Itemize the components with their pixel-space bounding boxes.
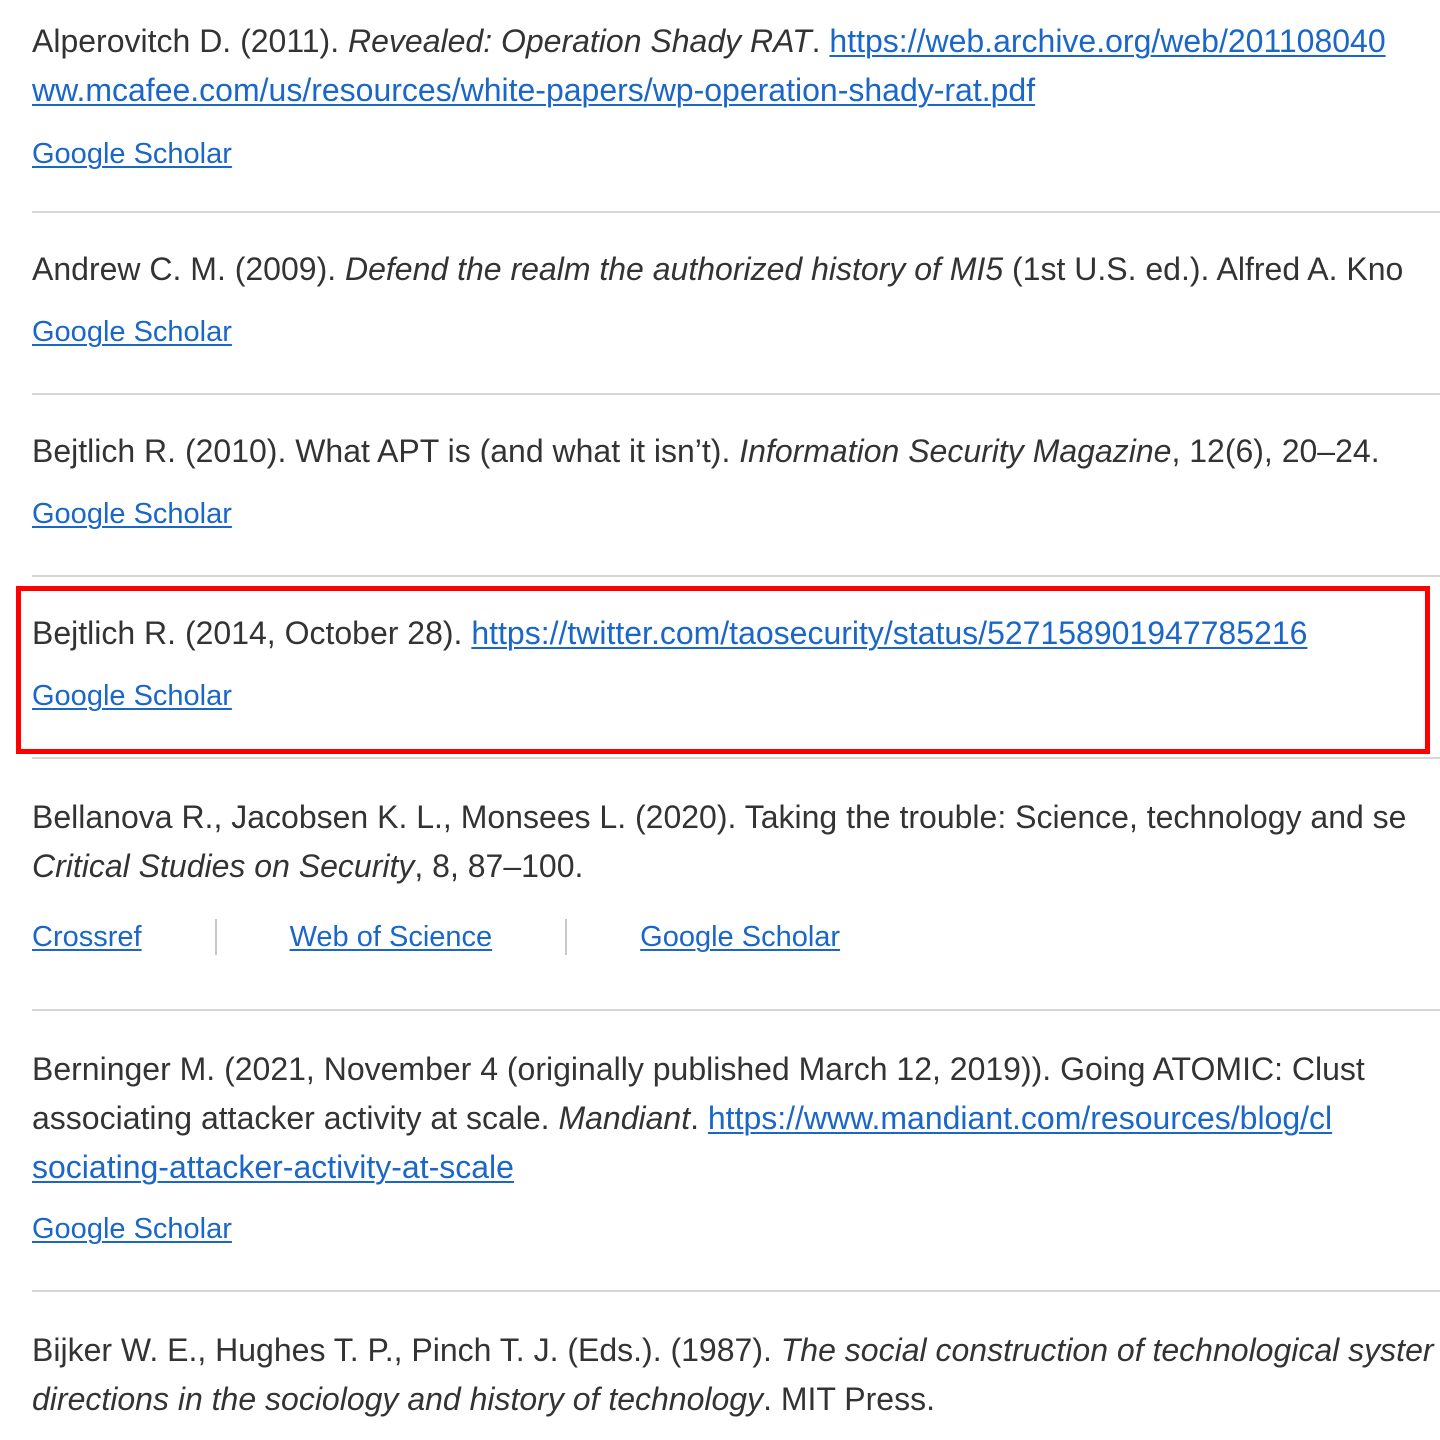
reference-links: Google Scholar [32,676,1440,716]
reference-citation: Alperovitch D. (2011). Revealed: Operati… [32,0,1440,115]
link-separator [565,919,568,955]
citation-text: , 12(6), 20–24. [1171,433,1380,469]
citation-title: The social construction of technological… [780,1332,1434,1368]
reference-citation: Bellanova R., Jacobsen K. L., Monsees L.… [32,759,1440,891]
reference-item: Andrew C. M. (2009). Defend the realm th… [32,213,1440,395]
reference-links: Google Scholar [32,312,1440,352]
reference-links: Crossref Web of Science Google Scholar [32,917,1440,957]
citation-journal: Mandiant [558,1100,691,1136]
citation-authors: Bijker W. E., Hughes T. P., Pinch T. J. … [32,1332,781,1368]
reference-item: Alperovitch D. (2011). Revealed: Operati… [32,0,1440,213]
google-scholar-link[interactable]: Google Scholar [32,312,232,352]
citation-authors: Bejtlich R. (2010). What APT is (and wha… [32,433,740,469]
google-scholar-link[interactable]: Google Scholar [32,494,232,534]
citation-authors-title: Berninger M. (2021, November 4 (original… [32,1051,1365,1087]
reference-item: Bijker W. E., Hughes T. P., Pinch T. J. … [32,1292,1440,1440]
google-scholar-link[interactable]: Google Scholar [32,676,232,716]
reference-item: Berninger M. (2021, November 4 (original… [32,1011,1440,1292]
web-of-science-link[interactable]: Web of Science [290,917,493,957]
reference-citation: Bijker W. E., Hughes T. P., Pinch T. J. … [32,1292,1440,1424]
citation-text: . [690,1100,708,1136]
reference-item: Bellanova R., Jacobsen K. L., Monsees L.… [32,759,1440,1011]
twitter-status-link[interactable]: https://twitter.com/taosecurity/status/5… [471,615,1307,651]
reference-citation: Berninger M. (2021, November 4 (original… [32,1011,1440,1192]
citation-text: (1st U.S. ed.). Alfred A. Kno [1003,251,1404,287]
citation-authors-title: Bellanova R., Jacobsen K. L., Monsees L.… [32,799,1407,835]
google-scholar-link[interactable]: Google Scholar [32,1209,232,1249]
citation-text: , 8, 87–100. [414,848,584,884]
google-scholar-link[interactable]: Google Scholar [640,917,840,957]
citation-authors: Andrew C. M. (2009). [32,251,345,287]
citation-title: Defend the realm the authorized history … [345,251,1004,287]
citation-title-continued: associating attacker activity at scale. [32,1100,559,1136]
citation-url-link[interactable]: https://web.archive.org/web/201108040 [829,23,1385,59]
reference-links: Google Scholar [32,494,1440,534]
reference-list: Alperovitch D. (2011). Revealed: Operati… [32,0,1440,1440]
citation-journal: Information Security Magazine [739,433,1172,469]
reference-links: Google Scholar [32,134,1440,174]
citation-publisher: . MIT Press. [763,1381,935,1417]
reference-citation: Bejtlich R. (2010). What APT is (and wha… [32,395,1440,476]
citation-authors: Alperovitch D. (2011). [32,23,348,59]
link-separator [214,919,217,955]
reference-citation: Andrew C. M. (2009). Defend the realm th… [32,213,1440,294]
crossref-link[interactable]: Crossref [32,917,142,957]
reference-citation: Bejtlich R. (2014, October 28). https://… [32,577,1440,658]
citation-url-link-continued[interactable]: sociating-attacker-activity-at-scale [32,1149,514,1185]
citation-authors: Bejtlich R. (2014, October 28). [32,615,472,651]
reference-links: Google Scholar [32,1209,1440,1249]
reference-item: Bejtlich R. (2010). What APT is (and wha… [32,395,1440,577]
citation-url-link-continued[interactable]: ww.mcafee.com/us/resources/white-papers/… [32,72,1035,108]
citation-url-link[interactable]: https://www.mandiant.com/resources/blog/… [708,1100,1332,1136]
google-scholar-link[interactable]: Google Scholar [32,134,232,174]
reference-item-highlighted: Bejtlich R. (2014, October 28). https://… [32,577,1440,759]
citation-journal: Critical Studies on Security [32,848,415,884]
citation-title: Revealed: Operation Shady RAT [347,23,812,59]
citation-title-continued: directions in the sociology and history … [32,1381,764,1417]
citation-text: . [811,23,830,59]
